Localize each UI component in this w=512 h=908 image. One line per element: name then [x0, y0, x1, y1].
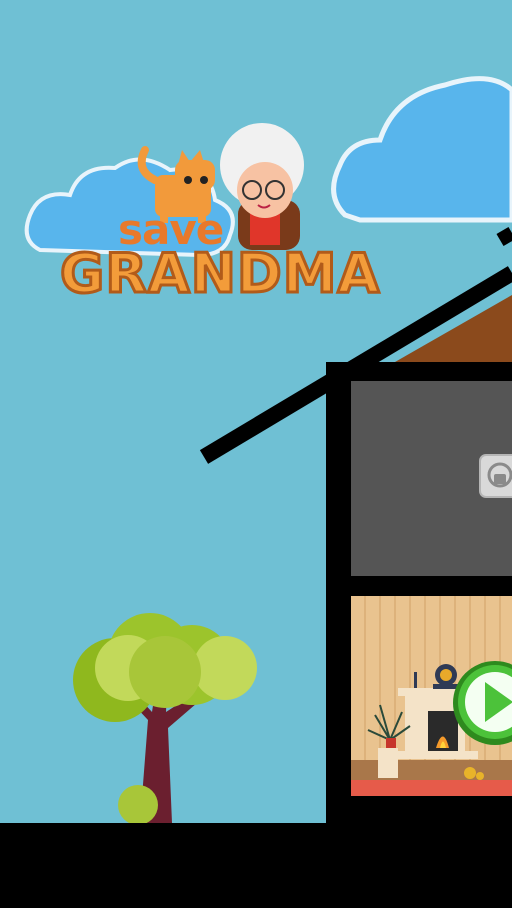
ground [0, 823, 512, 908]
house [326, 362, 512, 832]
game-scene: save GRANDMA [0, 0, 512, 908]
logo-grandma-text: GRANDMA [58, 241, 381, 307]
background [0, 0, 512, 908]
locked-level-button[interactable] [478, 453, 512, 499]
